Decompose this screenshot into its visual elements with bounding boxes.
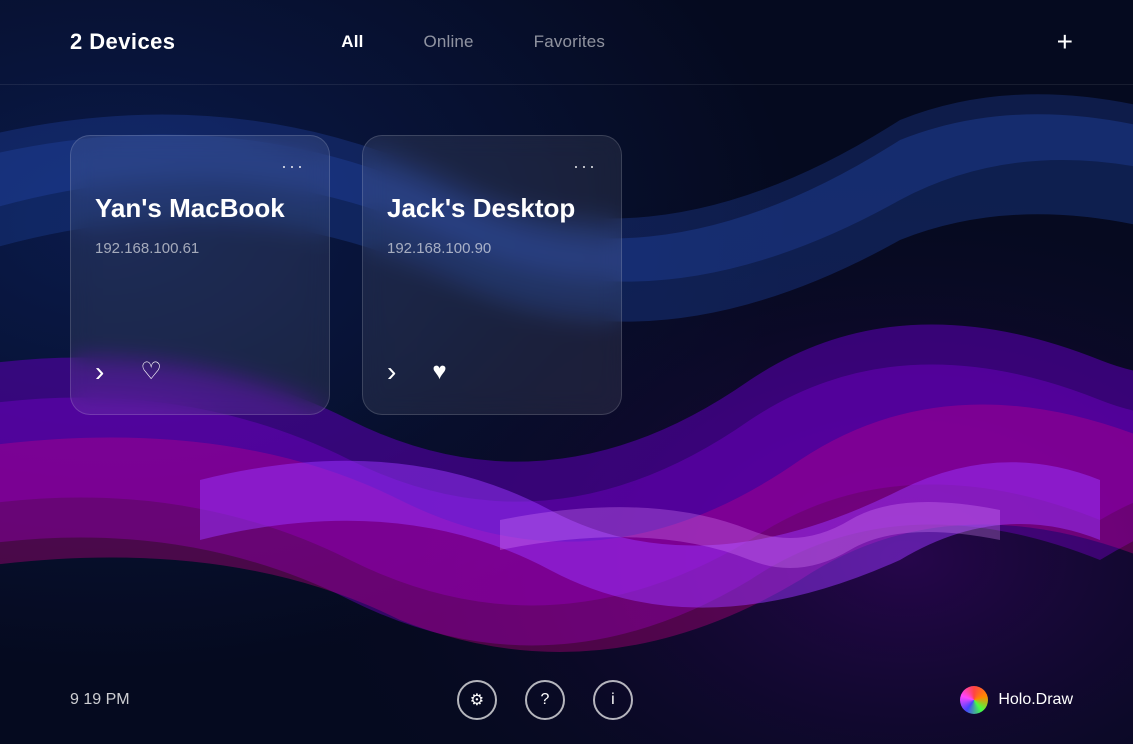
header: 2 Devices All Online Favorites + <box>0 0 1133 85</box>
device-list: ··· Yan's MacBook 192.168.100.61 › ♡ ···… <box>0 85 1133 465</box>
connect-icon-desktop[interactable]: › <box>387 358 396 386</box>
info-button[interactable]: i <box>593 680 633 720</box>
device-name-desktop: Jack's Desktop <box>387 193 597 224</box>
devices-count: 2 Devices <box>70 29 175 55</box>
clock-display: 9 19 PM <box>70 691 130 709</box>
brand-name: Holo.Draw <box>998 691 1073 709</box>
card-actions-desktop: › ♥ <box>387 358 597 386</box>
brand-logo-icon <box>960 686 988 714</box>
nav-online[interactable]: Online <box>423 32 473 52</box>
card-menu-desktop: ··· <box>387 156 597 177</box>
settings-icon: ⚙ <box>470 690 484 710</box>
more-options-icon[interactable]: ··· <box>281 156 305 177</box>
nav-all[interactable]: All <box>341 32 363 52</box>
main-nav: All Online Favorites <box>341 32 605 52</box>
app-brand: Holo.Draw <box>960 686 1073 714</box>
device-ip-desktop: 192.168.100.90 <box>387 240 597 257</box>
add-device-button[interactable]: + <box>1057 28 1073 56</box>
more-options-icon-desktop[interactable]: ··· <box>573 156 597 177</box>
card-menu-macbook: ··· <box>95 156 305 177</box>
help-button[interactable]: ? <box>525 680 565 720</box>
card-actions-macbook: › ♡ <box>95 358 305 386</box>
device-card-desktop[interactable]: ··· Jack's Desktop 192.168.100.90 › ♥ <box>362 135 622 415</box>
device-name-macbook: Yan's MacBook <box>95 193 305 224</box>
favorite-icon-macbook[interactable]: ♡ <box>140 360 162 384</box>
footer: 9 19 PM ⚙ ? i Holo.Draw <box>0 660 1133 744</box>
device-card-macbook[interactable]: ··· Yan's MacBook 192.168.100.61 › ♡ <box>70 135 330 415</box>
nav-favorites[interactable]: Favorites <box>534 32 605 52</box>
connect-icon-macbook[interactable]: › <box>95 358 104 386</box>
device-ip-macbook: 192.168.100.61 <box>95 240 305 257</box>
info-icon: i <box>611 691 615 709</box>
footer-actions: ⚙ ? i <box>457 680 633 720</box>
settings-button[interactable]: ⚙ <box>457 680 497 720</box>
help-icon: ? <box>541 691 550 709</box>
favorite-icon-desktop[interactable]: ♥ <box>432 360 446 384</box>
